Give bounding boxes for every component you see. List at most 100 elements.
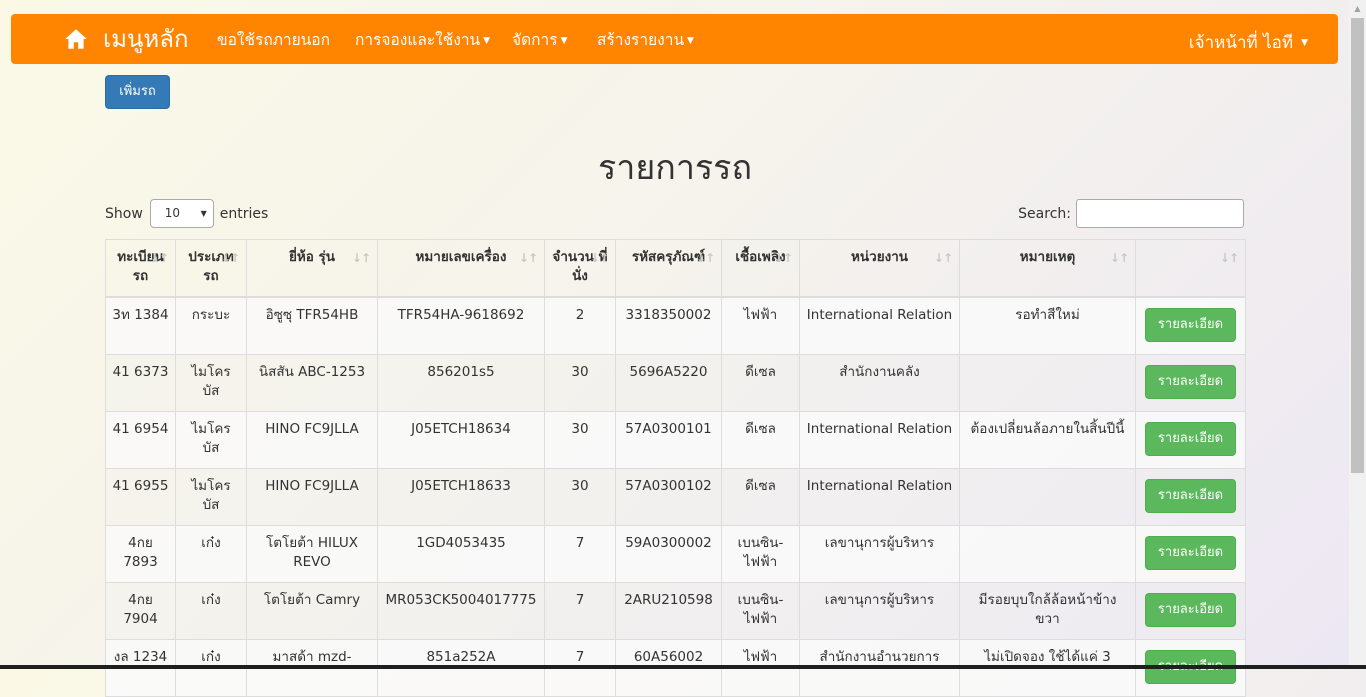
dropdown-arrow-icon: ▼ [200, 209, 207, 218]
sort-icon: ↓↑ [1219, 251, 1239, 265]
table-cell: 41 6954 [105, 410, 176, 469]
column-header-label: หมายเหตุ [1019, 249, 1076, 265]
table-cell: TFR54HA-9618692 [377, 296, 545, 355]
column-header[interactable]: หมายเลขเครื่อง ↓↑ [377, 239, 545, 298]
table-cell-action: รายละเอียด [1135, 353, 1246, 412]
entries-length-control: Show 10 ▼ entries [105, 199, 268, 228]
detail-button[interactable]: รายละเอียด [1145, 364, 1236, 399]
table-cell: อิซูซุ TFR54HB [246, 296, 378, 355]
table-cell-action: รายละเอียด [1135, 524, 1246, 583]
sort-icon: ↓↑ [518, 251, 538, 265]
detail-button[interactable]: รายละเอียด [1145, 478, 1236, 513]
table-cell: HINO FC9JLLA [246, 410, 378, 469]
nav-item-reports[interactable]: สร้างรายงาน ▼ [597, 30, 694, 51]
table-cell: ดีเซล [721, 467, 800, 526]
user-menu[interactable]: เจ้าหน้าที่ ไอที ▼ [1189, 29, 1308, 56]
detail-button[interactable]: รายละเอียด [1145, 308, 1236, 342]
search-input[interactable] [1076, 199, 1244, 228]
nav-item-label: การจองและใช้งาน [355, 31, 481, 49]
home-icon[interactable] [63, 26, 89, 52]
search-label: Search: [1018, 205, 1071, 222]
table-cell: มีรอยบุบใกล้ล้อหน้าข้าง ขวา [959, 581, 1136, 640]
table-cell: 2 [544, 296, 616, 355]
column-header-label: รหัสครุภัณฑ์ [631, 249, 706, 265]
table-cell: International Relation [799, 467, 960, 526]
table-cell [959, 524, 1136, 583]
search-control: Search: [1018, 199, 1244, 228]
table-cell: 30 [544, 467, 616, 526]
caret-down-icon: ▼ [687, 35, 694, 46]
table-cell: J05ETCH18633 [377, 467, 545, 526]
page-title: รายการรถ [597, 148, 753, 188]
bottom-edge [0, 665, 1366, 669]
top-navbar: เมนูหลัก ขอใช้รถภายนอก การจองและใช้งาน ▼ … [11, 14, 1338, 64]
table-cell: เบนซิน- ไฟฟ้า [721, 524, 800, 583]
sort-icon: ↓↑ [149, 251, 169, 265]
table-cell: 30 [544, 410, 616, 469]
table-cell: 3318350002 [615, 296, 722, 355]
scroll-up-arrow-icon[interactable]: ▲ [1349, 0, 1366, 17]
table-cell: เก๋ง [175, 524, 247, 583]
table-cell-action: รายละเอียด [1135, 410, 1246, 469]
table-row: 3ท 1384 กระบะ อิซูซุ TFR54HB TFR54HA-961869… [105, 296, 1246, 355]
table-cell: ดีเซล [721, 410, 800, 469]
table-cell: ไมโคร บัส [175, 353, 247, 412]
table-cell [959, 467, 1136, 526]
table-cell: 57A0300101 [615, 410, 722, 469]
table-cell: ดีเซล [721, 353, 800, 412]
column-header[interactable]: ↓↑ [1135, 239, 1246, 298]
vehicle-table: ทะเบียน รถ ↓↑ ประเภท รถ ↓↑ ยี่ห้อ รุ่น ↓↑ หมาย… [105, 239, 1246, 697]
caret-down-icon: ▼ [1301, 38, 1308, 48]
table-cell: ต้องเปลี่ยนล้อภายในสิ้นปีนี้ [959, 410, 1136, 469]
table-cell: MR053CK5004017775 [377, 581, 545, 640]
table-cell: 7 [544, 581, 616, 640]
table-cell: 3ท 1384 [105, 296, 176, 355]
nav-item-booking[interactable]: การจองและใช้งาน ▼ [355, 30, 490, 51]
scrollbar-thumb[interactable] [1351, 18, 1364, 473]
nav-brand-home[interactable]: เมนูหลัก [103, 24, 189, 54]
vertical-scrollbar[interactable]: ▲ [1349, 0, 1366, 669]
column-header[interactable]: เชื้อเพลิง ↓↑ [721, 239, 800, 298]
table-cell: ไฟฟ้า [721, 296, 800, 355]
table-cell: 1GD4053435 [377, 524, 545, 583]
column-header[interactable]: ทะเบียน รถ ↓↑ [105, 239, 176, 298]
nav-item-external-request[interactable]: ขอใช้รถภายนอก [217, 30, 330, 50]
table-row: 4กย 7904 เก๋ง โตโยต้า Camry MR053CK50040177… [105, 581, 1246, 640]
entries-select[interactable]: 10 ▼ [149, 199, 214, 228]
table-cell: 2ARU210598 [615, 581, 722, 640]
table-cell: ไมโคร บัส [175, 410, 247, 469]
table-cell: เก๋ง [175, 581, 247, 640]
sort-icon: ↓↑ [220, 251, 240, 265]
table-cell: เลขานุการผู้บริหาร [799, 581, 960, 640]
detail-button[interactable]: รายละเอียด [1145, 592, 1236, 627]
nav-item-label: ขอใช้รถภายนอก [217, 31, 330, 49]
table-cell: นิสสัน ABC-1253 [246, 353, 378, 412]
column-header[interactable]: หน่วยงาน ↓↑ [799, 239, 960, 298]
table-cell: เบนซิน- ไฟฟ้า [721, 581, 800, 640]
table-cell: International Relation [799, 410, 960, 469]
table-cell: 59A0300002 [615, 524, 722, 583]
table-row: 4กย 7893 เก๋ง โตโยต้า HILUX REVO 1GD4053435… [105, 524, 1246, 583]
table-cell: International Relation [799, 296, 960, 355]
caret-down-icon: ▼ [483, 35, 491, 46]
entries-label: entries [219, 205, 269, 222]
detail-button[interactable]: รายละเอียด [1145, 421, 1236, 456]
table-cell: รอทำสีใหม่ [959, 296, 1136, 355]
detail-button[interactable]: รายละเอียด [1145, 535, 1236, 570]
table-cell: เลขานุการผู้บริหาร [799, 524, 960, 583]
nav-item-manage[interactable]: จัดการ ▼ [512, 30, 567, 51]
table-cell: 856201s5 [377, 353, 545, 412]
table-cell: ไมโคร บัส [175, 467, 247, 526]
sort-icon: ↓↑ [933, 251, 953, 265]
caret-down-icon: ▼ [560, 35, 568, 46]
add-vehicle-button[interactable]: เพิ่มรถ [105, 75, 170, 109]
column-header[interactable]: ยี่ห้อ รุ่น ↓↑ [246, 239, 378, 298]
column-header[interactable]: หมายเหตุ ↓↑ [959, 239, 1136, 298]
column-header[interactable]: จำนวน ที่นั่ง ↓↑ [544, 239, 616, 298]
column-header[interactable]: ประเภท รถ ↓↑ [175, 239, 247, 298]
sort-icon: ↓↑ [695, 251, 715, 265]
entries-value: 10 [164, 206, 181, 220]
sort-icon: ↓↑ [589, 251, 609, 265]
table-cell [959, 353, 1136, 412]
column-header[interactable]: รหัสครุภัณฑ์ ↓↑ [615, 239, 722, 298]
